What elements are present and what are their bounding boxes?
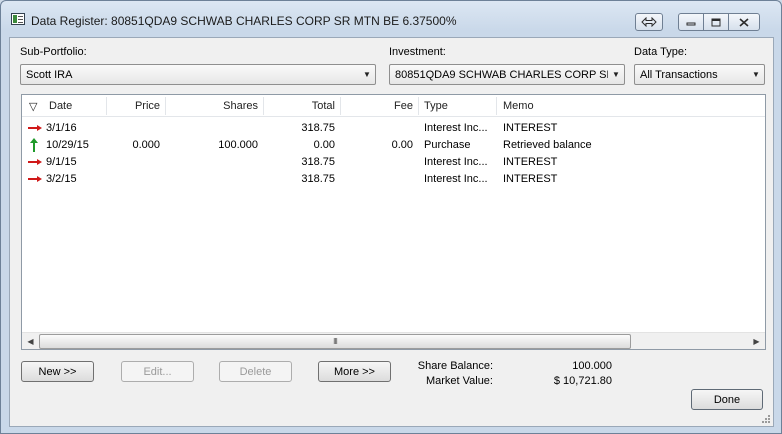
investment-select[interactable]: 80851QDA9 SCHWAB CHARLES CORP SR MTN BE … [389,64,625,85]
close-icon [739,17,749,27]
sort-icon[interactable]: ▽ [29,100,37,113]
column-header-shares[interactable]: Shares [165,100,258,112]
data-register-window: Data Register: 80851QDA9 SCHWAB CHARLES … [0,0,782,434]
data-type-select[interactable]: All Transactions ▼ [634,64,765,85]
table-row[interactable]: 10/29/15 0.000 100.000 0.00 0.00 Purchas… [22,137,765,154]
sub-portfolio-value: Scott IRA [26,68,73,81]
share-balance-value: 100.000 [572,360,612,372]
red-right-arrow-icon [28,176,42,182]
scroll-grip: III [333,337,338,346]
data-type-value: All Transactions [640,68,718,81]
column-header-memo[interactable]: Memo [503,100,534,112]
more-button[interactable]: More >> [318,361,391,382]
table-row[interactable]: 9/1/15 318.75 Interest Inc... INTEREST [22,154,765,171]
sub-portfolio-label: Sub-Portfolio: [20,46,87,58]
register-panel: Sub-Portfolio: Scott IRA ▼ Investment: 8… [9,37,774,427]
investment-value: 80851QDA9 SCHWAB CHARLES CORP SR MTN BE … [395,68,608,81]
red-right-arrow-icon [28,159,42,165]
double-arrow-icon [641,17,657,27]
close-button[interactable] [728,13,760,31]
data-type-label: Data Type: [634,46,687,58]
column-header-fee[interactable]: Fee [340,100,413,112]
market-value-value: $ 10,721.80 [553,375,612,387]
scrollbar-thumb[interactable]: III [39,334,631,349]
title-bar[interactable]: Data Register: 80851QDA9 SCHWAB CHARLES … [1,1,781,37]
column-header-price[interactable]: Price [106,100,160,112]
red-right-arrow-icon [28,125,42,131]
chevron-down-icon: ▼ [363,70,371,79]
minimize-button[interactable] [678,13,704,31]
sub-portfolio-select[interactable]: Scott IRA ▼ [20,64,376,85]
window-title: Data Register: 80851QDA9 SCHWAB CHARLES … [31,14,457,28]
resize-grip-icon[interactable] [761,414,771,424]
maximize-icon [711,18,721,26]
table-row[interactable]: 3/1/16 318.75 Interest Inc... INTEREST [22,120,765,137]
maximize-button[interactable] [703,13,729,31]
app-icon [11,13,25,25]
chevron-down-icon: ▼ [752,70,760,79]
column-header-date[interactable]: Date [49,100,72,112]
minimize-icon [686,22,696,26]
column-header-type[interactable]: Type [424,100,448,112]
column-header-total[interactable]: Total [263,100,335,112]
table-row[interactable]: 3/2/15 318.75 Interest Inc... INTEREST [22,171,765,188]
expand-button[interactable] [635,13,663,31]
market-value-label: Market Value: [425,375,493,387]
edit-button[interactable]: Edit... [121,361,194,382]
investment-label: Investment: [389,46,446,58]
scroll-left-icon[interactable]: ◀ [22,333,39,350]
delete-button[interactable]: Delete [219,361,292,382]
chevron-down-icon: ▼ [612,70,620,79]
transactions-table: ▽ Date Price Shares Total Fee Type Memo … [21,94,766,350]
scroll-right-icon[interactable]: ▶ [748,333,765,350]
share-balance-label: Share Balance: [417,360,493,372]
green-up-arrow-icon [30,138,38,152]
horizontal-scrollbar[interactable]: ◀ III ▶ [22,332,765,349]
done-button[interactable]: Done [691,389,763,410]
table-header: ▽ Date Price Shares Total Fee Type Memo [22,95,765,117]
new-button[interactable]: New >> [21,361,94,382]
